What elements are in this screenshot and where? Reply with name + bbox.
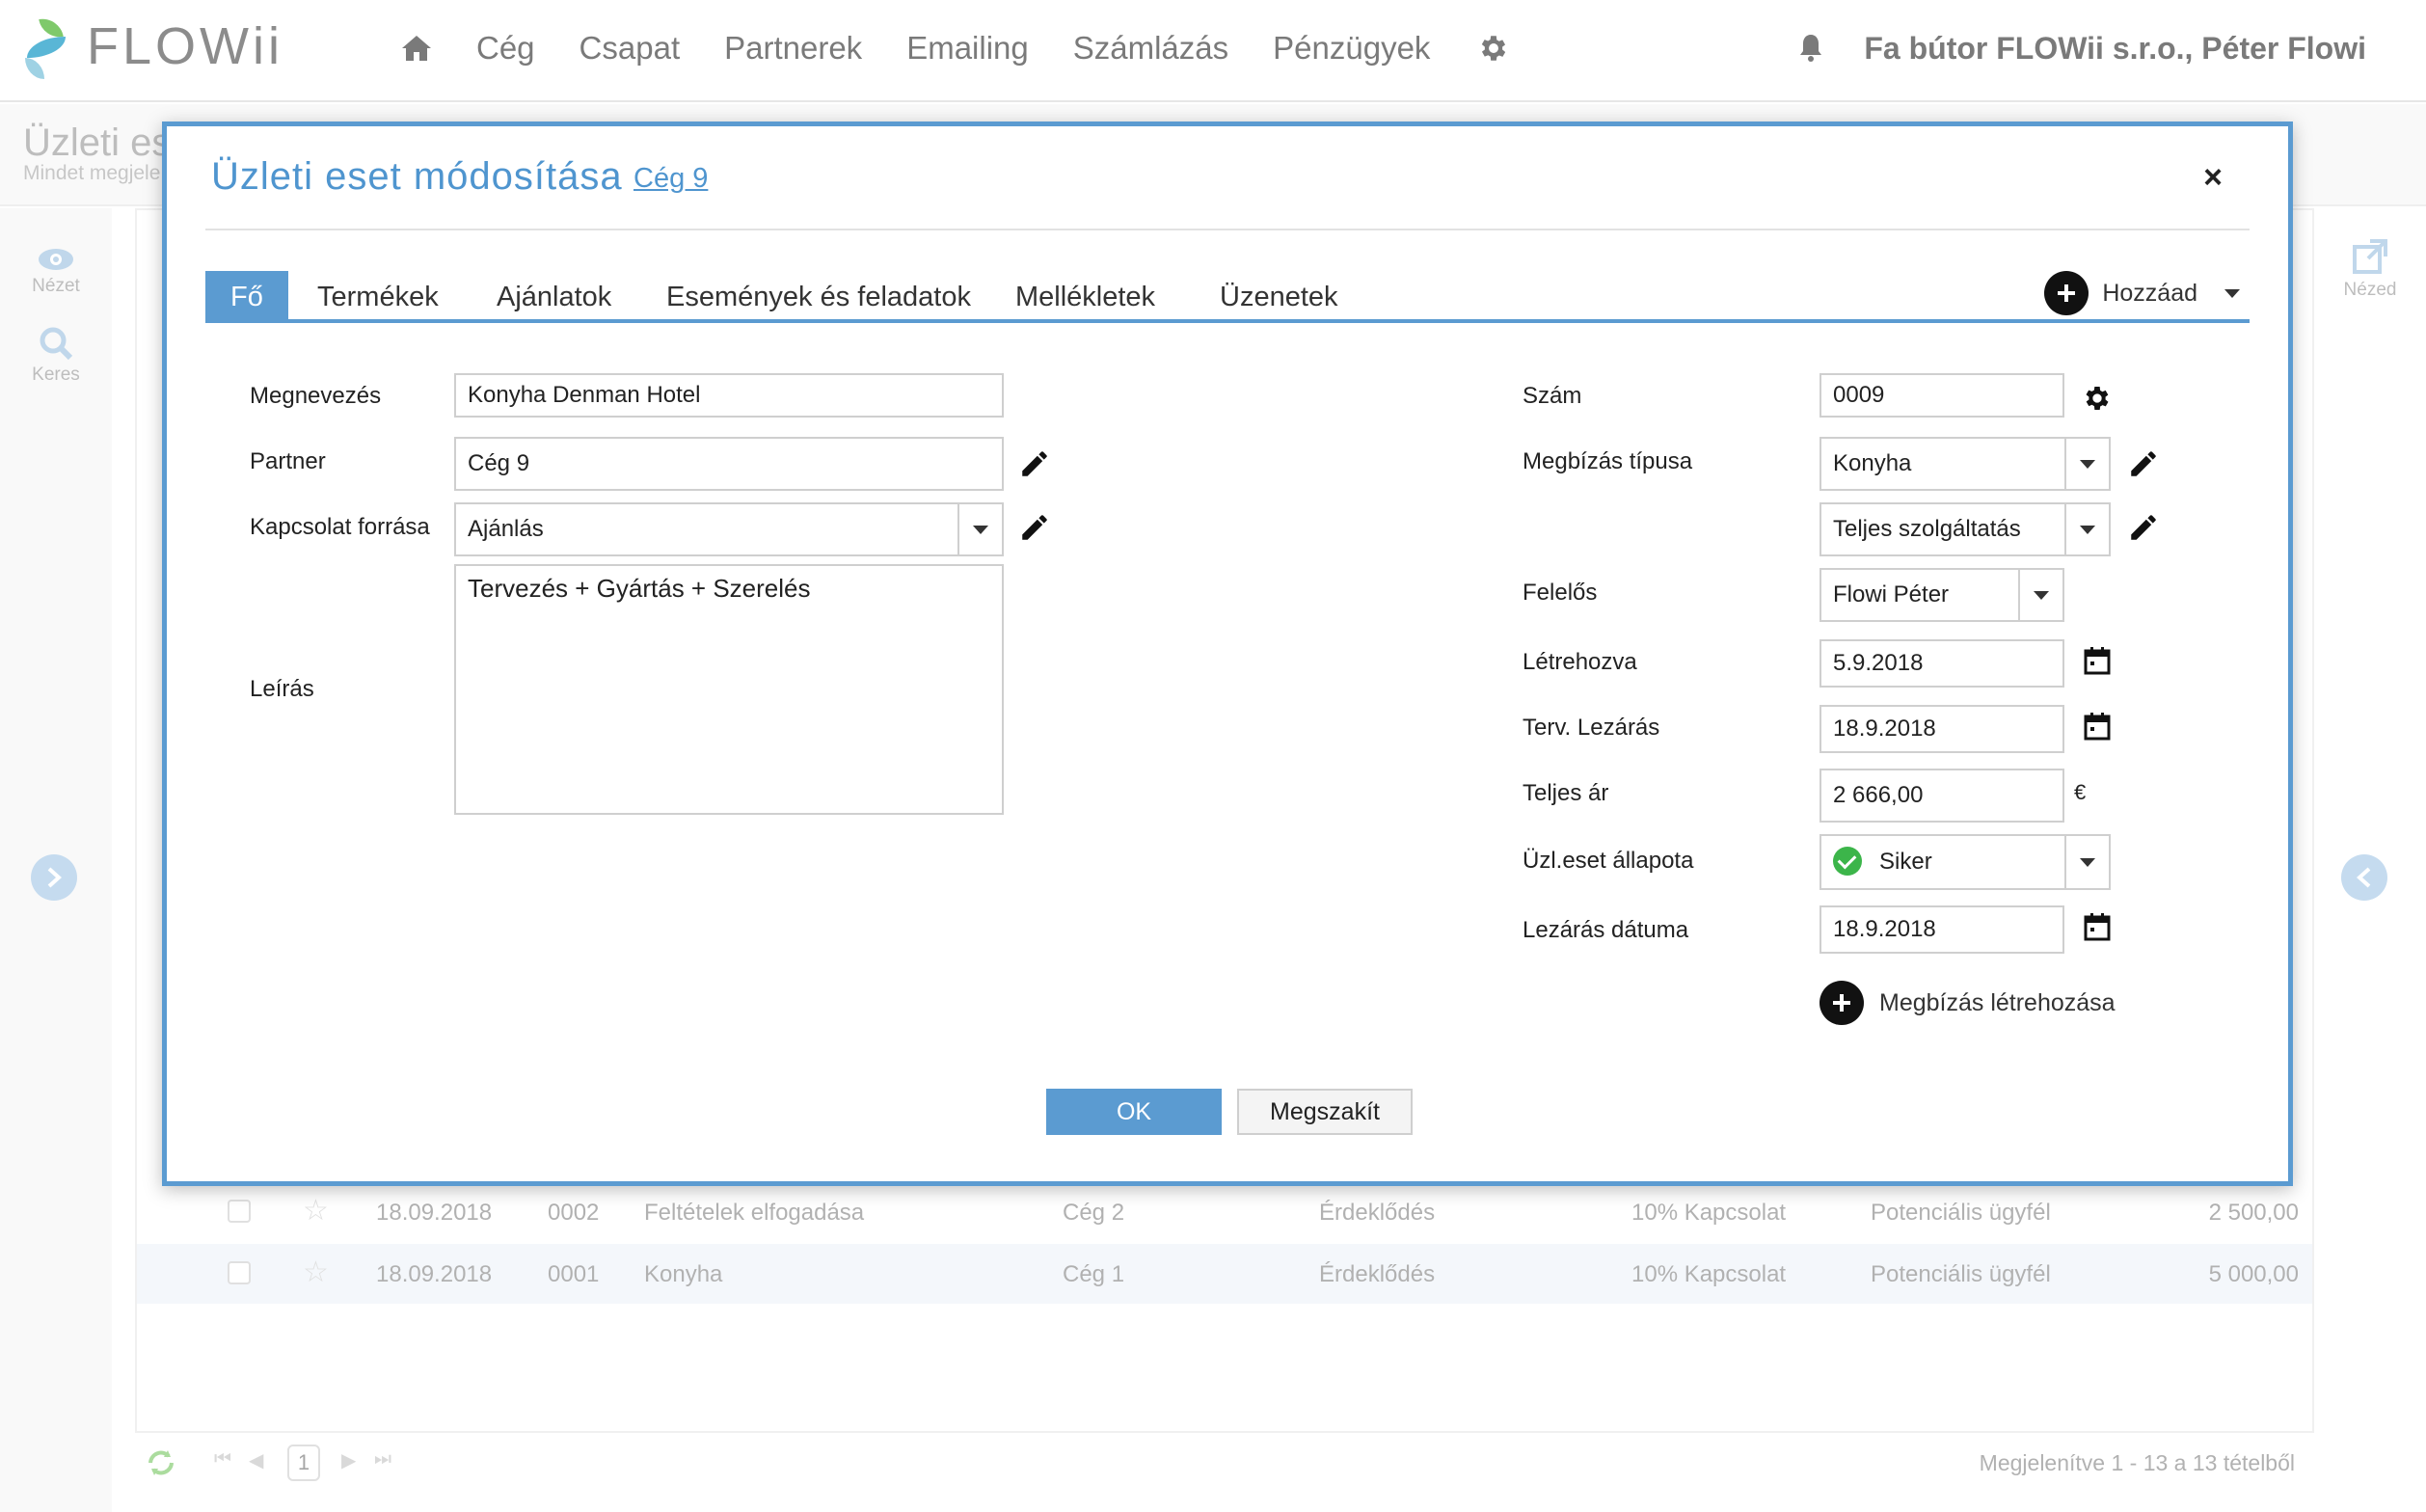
nav-item-partnerek[interactable]: Partnerek <box>724 30 862 67</box>
tab-mellekletek[interactable]: Mellékletek <box>1015 271 1155 319</box>
cancel-button[interactable]: Megszakít <box>1237 1089 1413 1135</box>
modal-tabs: Fő Termékek Ajánlatok Események és felad… <box>205 271 2250 323</box>
dropdown-arrow-icon[interactable] <box>2064 439 2109 489</box>
case-status-value: Siker <box>1879 849 1932 875</box>
total-price-label: Teljes ár <box>1523 780 1609 806</box>
add-dropdown-button[interactable]: Hozzáad <box>2044 271 2240 315</box>
order-type-label: Megbízás típusa <box>1523 448 1693 474</box>
ok-button[interactable]: OK <box>1046 1089 1222 1135</box>
home-icon[interactable] <box>397 29 436 68</box>
settings-gear-icon[interactable] <box>1474 29 1513 68</box>
calendar-icon[interactable] <box>2078 707 2116 745</box>
tab-ajanlatok[interactable]: Ajánlatok <box>497 271 611 319</box>
service-select[interactable]: Teljes szolgáltatás <box>1820 502 2111 556</box>
case-status-select[interactable]: Siker <box>1820 834 2111 890</box>
number-settings-gear-icon[interactable] <box>2078 379 2116 418</box>
divider <box>205 229 2250 230</box>
tab-fo[interactable]: Fő <box>205 271 288 319</box>
create-order-button[interactable]: Megbízás létrehozása <box>1820 981 2116 1025</box>
dropdown-arrow-icon[interactable] <box>957 504 1002 554</box>
nav-item-ceg[interactable]: Cég <box>476 30 535 67</box>
planned-close-date-input[interactable]: 18.9.2018 <box>1820 705 2064 753</box>
edit-order-type-pencil-icon[interactable] <box>2124 445 2163 483</box>
name-label: Megnevezés <box>250 383 382 409</box>
edit-source-pencil-icon[interactable] <box>1015 508 1054 547</box>
edit-partner-pencil-icon[interactable] <box>1015 445 1054 483</box>
service-value: Teljes szolgáltatás <box>1833 516 2021 542</box>
owner-select[interactable]: Flowi Péter <box>1820 568 2064 622</box>
close-date-input[interactable]: 18.9.2018 <box>1820 905 2064 954</box>
user-area: Fa bútor FLOWii s.r.o., Péter Flowi <box>1798 31 2366 67</box>
plus-circle-icon <box>1820 981 1864 1025</box>
close-date-label: Lezárás dátuma <box>1523 917 1689 943</box>
bell-icon[interactable] <box>1798 33 1827 66</box>
tab-esemenyek[interactable]: Események és feladatok <box>666 271 971 319</box>
logo-text: FLOWii <box>87 17 283 75</box>
partner-label: Partner <box>250 448 326 474</box>
close-icon[interactable]: × <box>2203 159 2223 197</box>
name-input[interactable]: Konyha Denman Hotel <box>454 373 1004 418</box>
number-input[interactable]: 0009 <box>1820 373 2064 418</box>
main-nav: Cég Csapat Partnerek Emailing Számlázás … <box>397 29 1513 68</box>
nav-item-penzugyek[interactable]: Pénzügyek <box>1273 30 1430 67</box>
user-company-name[interactable]: Fa bútor FLOWii s.r.o., Péter Flowi <box>1864 31 2366 67</box>
order-type-value: Konyha <box>1833 450 1912 476</box>
calendar-icon[interactable] <box>2078 641 2116 680</box>
plus-circle-icon <box>2044 271 2089 315</box>
case-status-label: Üzl.eset állapota <box>1523 848 1694 874</box>
dropdown-arrow-icon[interactable] <box>2064 836 2109 888</box>
flowii-logo[interactable]: FLOWii <box>23 15 283 79</box>
dropdown-arrow-icon[interactable] <box>2064 504 2109 554</box>
tab-uzenetek[interactable]: Üzenetek <box>1220 271 1338 319</box>
currency-symbol: € <box>2074 780 2087 804</box>
partner-link[interactable]: Cég 9 <box>633 163 708 195</box>
number-label: Szám <box>1523 383 1582 409</box>
description-textarea[interactable]: Tervezés + Gyártás + Szerelés <box>454 564 1004 815</box>
planned-close-label: Terv. Lezárás <box>1523 715 1660 741</box>
created-label: Létrehozva <box>1523 649 1637 675</box>
calendar-icon[interactable] <box>2078 907 2116 946</box>
partner-input[interactable]: Cég 9 <box>454 437 1004 491</box>
total-price-input[interactable]: 2 666,00 <box>1820 769 2064 823</box>
nav-item-szamlazas[interactable]: Számlázás <box>1073 30 1228 67</box>
caret-down-icon <box>2224 288 2240 298</box>
check-circle-icon <box>1833 846 1862 876</box>
created-date-input[interactable]: 5.9.2018 <box>1820 639 2064 688</box>
modal-title: Üzleti eset módosítása <box>211 155 623 198</box>
source-select[interactable]: Ajánlás <box>454 502 1004 556</box>
source-value: Ajánlás <box>468 516 544 542</box>
owner-label: Felelős <box>1523 580 1598 606</box>
logo-mark-icon <box>23 15 73 79</box>
create-order-label: Megbízás létrehozása <box>1879 988 2116 1016</box>
top-navbar: FLOWii Cég Csapat Partnerek Emailing Szá… <box>0 0 2426 102</box>
add-label: Hozzáad <box>2102 279 2197 307</box>
nav-item-emailing[interactable]: Emailing <box>906 30 1029 67</box>
edit-business-case-modal: Üzleti eset módosítása Cég 9 × Fő Termék… <box>162 122 2293 1186</box>
source-label: Kapcsolat forrása <box>250 514 430 540</box>
owner-value: Flowi Péter <box>1833 581 1950 608</box>
order-type-select[interactable]: Konyha <box>1820 437 2111 491</box>
nav-item-csapat[interactable]: Csapat <box>580 30 681 67</box>
dropdown-arrow-icon[interactable] <box>2018 570 2062 620</box>
edit-service-pencil-icon[interactable] <box>2124 508 2163 547</box>
description-label: Leírás <box>250 676 314 702</box>
tab-termekek[interactable]: Termékek <box>317 271 439 319</box>
